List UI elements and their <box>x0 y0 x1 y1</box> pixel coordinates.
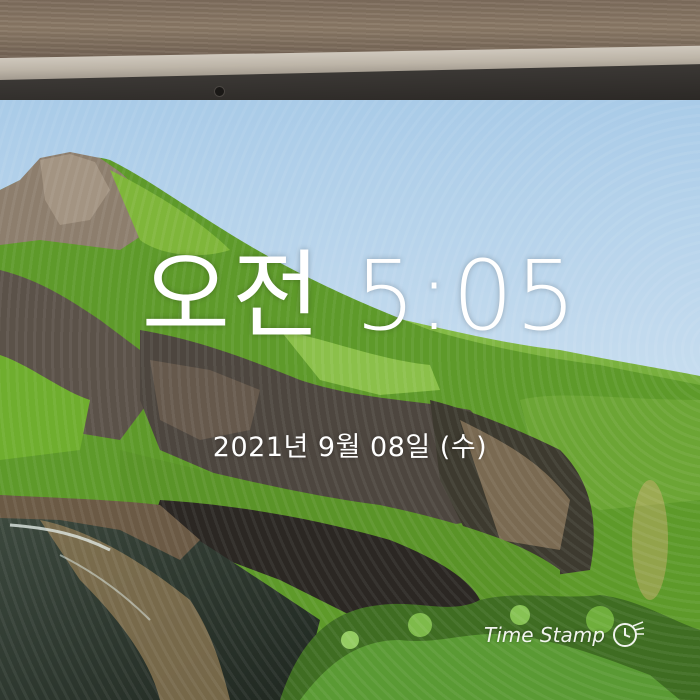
lock-screen-wallpaper <box>0 100 700 700</box>
time-stamp-watermark: Time Stamp <box>484 620 645 650</box>
clock-icon <box>612 621 645 647</box>
lock-screen-time: 오전 5:05 <box>141 240 579 352</box>
time-stamp-label: Time Stamp <box>484 623 605 647</box>
webcam-icon <box>214 86 225 97</box>
photo-of-monitor: 오전 5:05 2021년 9월 08일 (수) Time Stamp <box>0 0 700 700</box>
lock-screen-date: 2021년 9월 08일 (수) <box>212 432 488 463</box>
